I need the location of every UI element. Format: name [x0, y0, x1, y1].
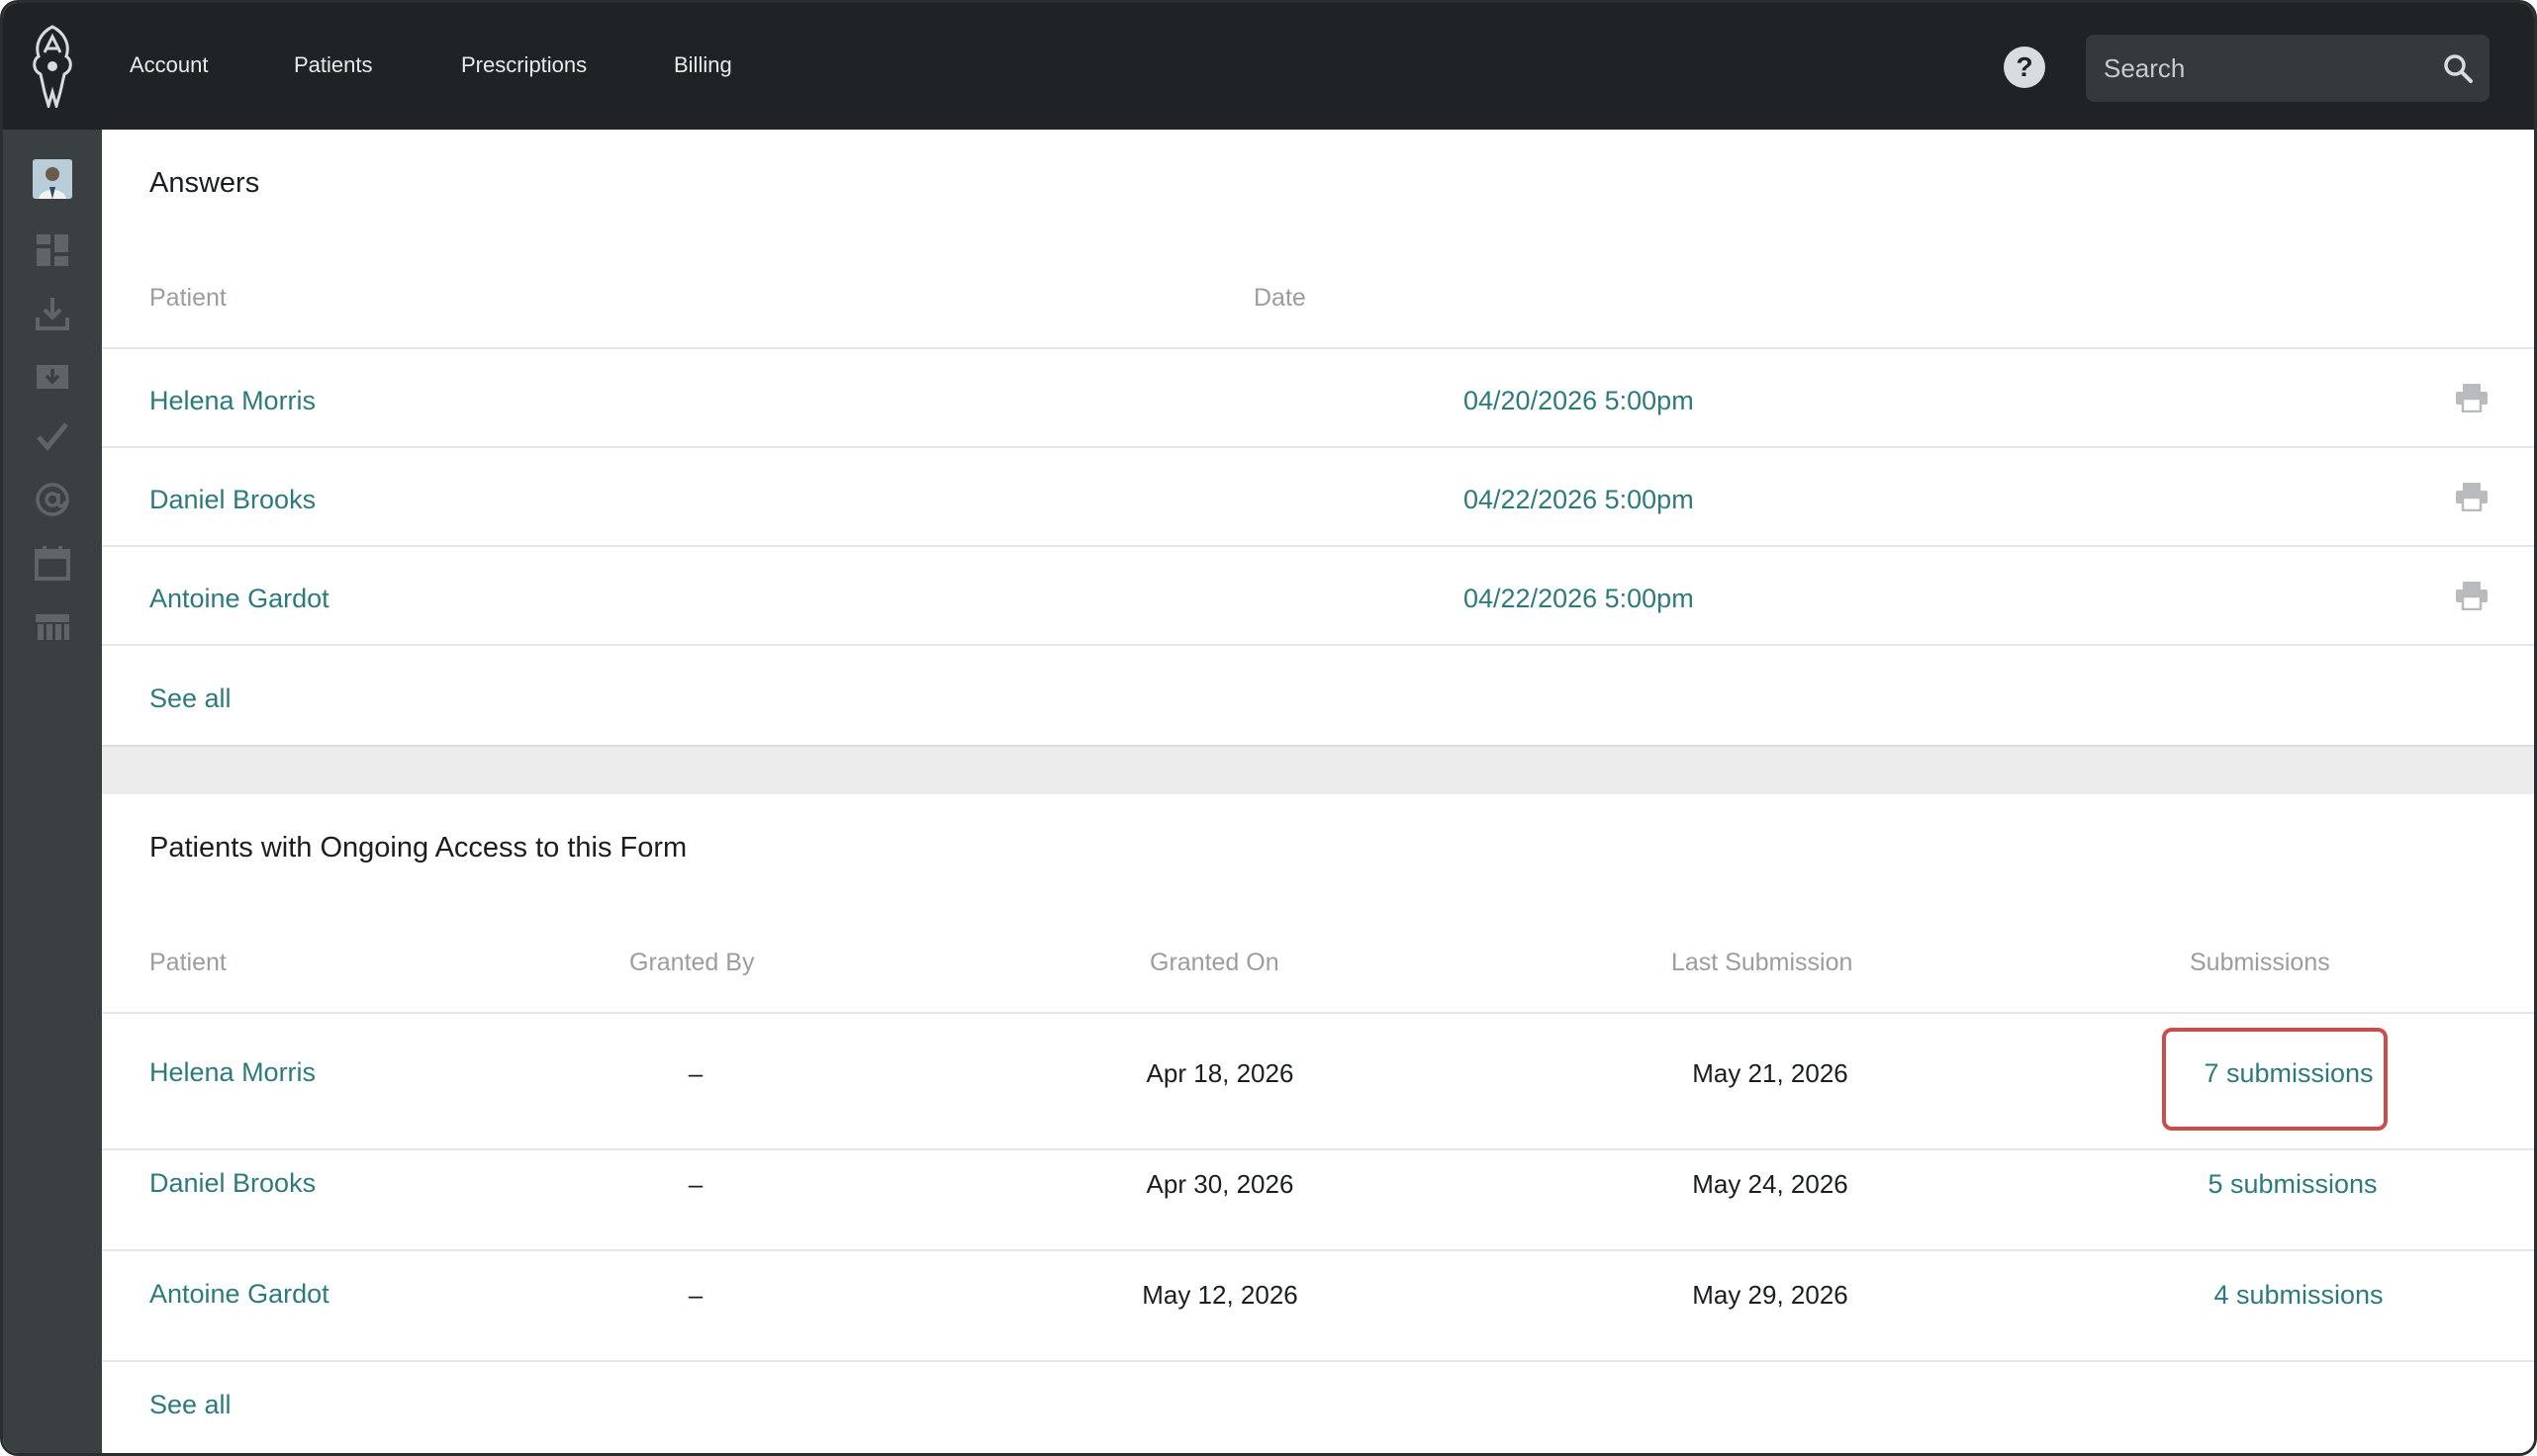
ongoing-patient-link[interactable]: Antoine Gardot	[149, 1279, 329, 1310]
ongoing-col-patient: Patient	[149, 949, 227, 976]
granted-on-value: Apr 30, 2026	[1146, 1169, 1294, 1199]
divider	[102, 1148, 2534, 1150]
nav-billing[interactable]: Billing	[674, 52, 732, 78]
help-icon[interactable]: ?	[2004, 46, 2045, 88]
print-icon[interactable]	[2455, 581, 2489, 610]
dashboard-icon[interactable]	[33, 230, 72, 270]
submissions-link[interactable]: 4 submissions	[2200, 1280, 2397, 1311]
answer-date-link[interactable]: 04/22/2026 5:00pm	[1463, 584, 1694, 614]
answer-date-link[interactable]: 04/20/2026 5:00pm	[1463, 386, 1694, 416]
avatar[interactable]	[33, 159, 72, 199]
print-icon[interactable]	[2455, 482, 2489, 511]
divider	[102, 446, 2534, 448]
answers-col-date: Date	[1254, 284, 1306, 312]
main-content: Answers Patient Date Helena Morris 04/20…	[102, 130, 2534, 1453]
download-icon[interactable]	[33, 294, 72, 333]
granted-by-value: –	[688, 1058, 704, 1088]
last-submission-value: May 24, 2026	[1692, 1169, 1848, 1199]
ongoing-col-granted-by: Granted By	[629, 949, 755, 976]
ongoing-patient-link[interactable]: Helena Morris	[149, 1057, 316, 1088]
search-box	[2086, 35, 2490, 102]
print-icon[interactable]	[2455, 383, 2489, 412]
search-icon[interactable]	[2442, 52, 2474, 84]
divider	[102, 1012, 2534, 1014]
ongoing-patient-link[interactable]: Daniel Brooks	[149, 1168, 316, 1199]
ongoing-see-all-link[interactable]: See all	[149, 1390, 232, 1420]
nav-prescriptions[interactable]: Prescriptions	[461, 52, 587, 78]
library-icon[interactable]	[33, 606, 72, 646]
card-bottom-edge	[102, 745, 2534, 747]
divider	[102, 644, 2534, 646]
check-icon[interactable]	[33, 416, 72, 456]
ongoing-col-submissions: Submissions	[2190, 949, 2330, 976]
divider	[102, 347, 2534, 349]
submissions-link[interactable]: 5 submissions	[2194, 1169, 2392, 1200]
answer-date-link[interactable]: 04/22/2026 5:00pm	[1463, 485, 1694, 515]
answers-col-patient: Patient	[149, 284, 227, 312]
nav-patients[interactable]: Patients	[294, 52, 373, 78]
inbox-download-icon[interactable]	[33, 355, 72, 395]
divider	[102, 545, 2534, 547]
granted-on-value: Apr 18, 2026	[1146, 1058, 1294, 1088]
granted-by-value: –	[688, 1169, 704, 1199]
ongoing-col-granted-on: Granted On	[1150, 949, 1279, 976]
divider	[102, 1249, 2534, 1251]
answer-patient-link[interactable]: Daniel Brooks	[149, 485, 316, 515]
last-submission-value: May 21, 2026	[1692, 1058, 1848, 1088]
ongoing-col-last-submission: Last Submission	[1671, 949, 1853, 976]
ongoing-access-card: Patients with Ongoing Access to this For…	[102, 794, 2534, 1453]
answer-patient-link[interactable]: Antoine Gardot	[149, 584, 329, 614]
calendar-icon[interactable]	[33, 543, 72, 583]
ongoing-access-title: Patients with Ongoing Access to this For…	[149, 832, 688, 864]
logo-icon[interactable]	[25, 23, 80, 108]
granted-on-value: May 12, 2026	[1142, 1280, 1298, 1310]
answers-see-all-link[interactable]: See all	[149, 683, 232, 714]
at-icon[interactable]	[33, 480, 72, 519]
search-input[interactable]	[2104, 35, 2430, 102]
answers-title: Answers	[149, 167, 260, 199]
granted-by-value: –	[688, 1280, 704, 1310]
answer-patient-link[interactable]: Helena Morris	[149, 386, 316, 416]
sidebar	[3, 130, 102, 1453]
highlight-box	[2162, 1028, 2388, 1131]
nav-account[interactable]: Account	[130, 52, 209, 78]
answers-card: Answers Patient Date Helena Morris 04/20…	[102, 130, 2534, 747]
last-submission-value: May 29, 2026	[1692, 1280, 1848, 1310]
top-navbar: Account Patients Prescriptions Billing ?	[3, 3, 2534, 130]
divider	[102, 1360, 2534, 1362]
app-window: Account Patients Prescriptions Billing ?	[0, 0, 2537, 1456]
